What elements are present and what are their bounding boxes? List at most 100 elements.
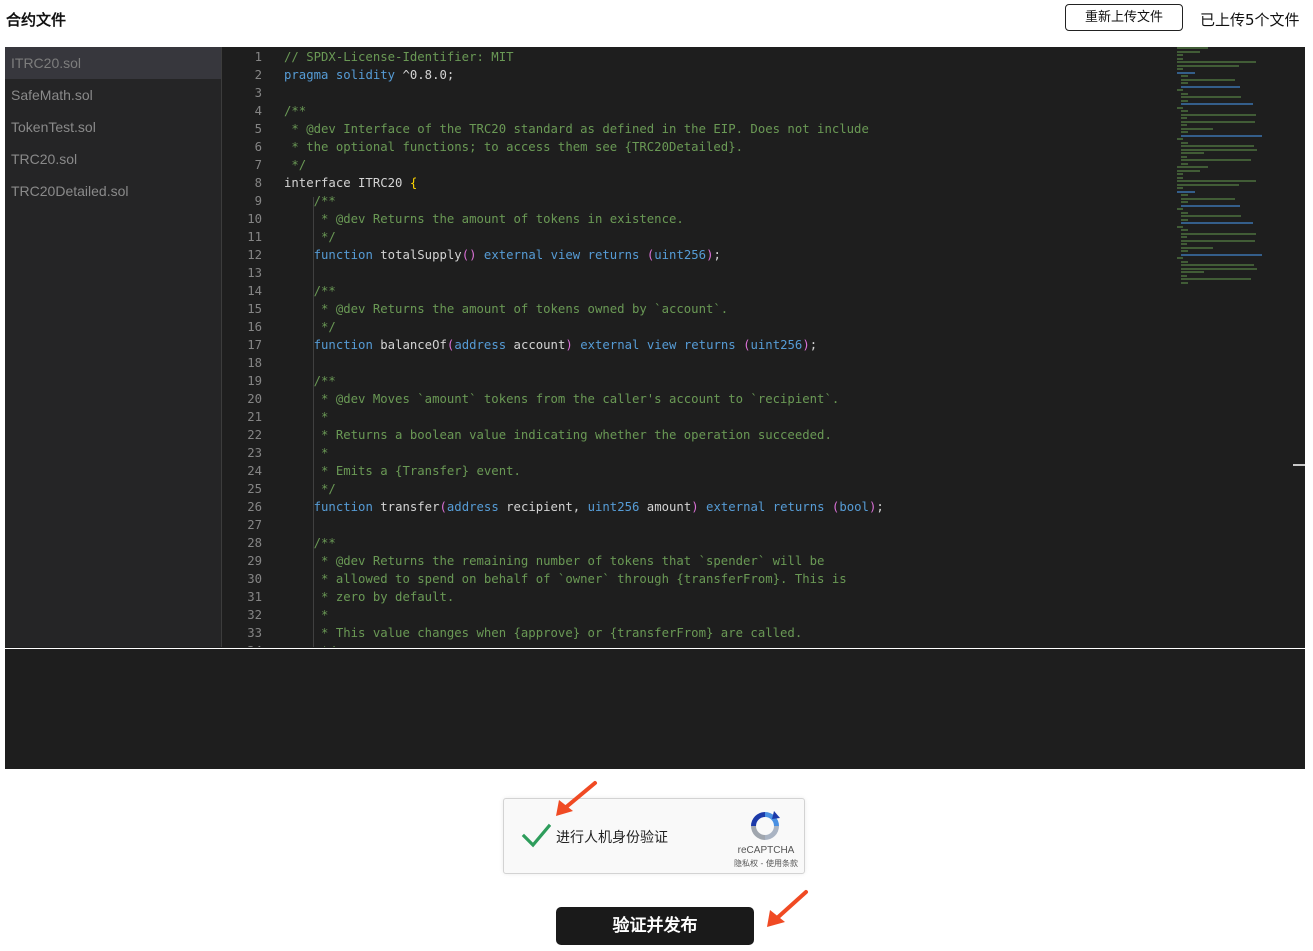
minimap-line	[1177, 187, 1183, 189]
line-number: 17	[247, 338, 262, 352]
minimap-line	[1181, 236, 1187, 238]
minimap-line	[1181, 85, 1240, 88]
line-number: 30	[247, 572, 262, 586]
minimap-line	[1181, 243, 1187, 245]
scrollbar-marker[interactable]	[1293, 464, 1305, 466]
minimap-line	[1177, 190, 1195, 193]
recaptcha-logo-icon	[751, 811, 780, 840]
recaptcha-terms-link[interactable]: 隐私权 - 使用条款	[724, 858, 808, 869]
minimap-line	[1177, 106, 1183, 109]
minimap-line	[1177, 173, 1183, 175]
section-title: 合约文件	[6, 11, 67, 29]
line-number: 32	[247, 608, 262, 622]
line-number: 34	[222, 642, 262, 647]
file-list: ITRC20.sol SafeMath.sol TokenTest.sol TR…	[5, 47, 222, 647]
line-number: 5	[254, 122, 262, 136]
line-number: 22	[247, 428, 262, 442]
reupload-button[interactable]: 重新上传文件	[1065, 4, 1183, 31]
line-number: 6	[254, 140, 262, 154]
file-item-tokentest[interactable]: TokenTest.sol	[5, 111, 221, 143]
line-number: 14	[247, 284, 262, 298]
minimap-line	[1181, 264, 1254, 266]
file-item-trc20detailed[interactable]: TRC20Detailed.sol	[5, 175, 221, 207]
line-text: // SPDX-License-Identifier: MIT	[284, 50, 514, 64]
minimap-line	[1181, 92, 1188, 95]
file-item-safemath[interactable]: SafeMath.sol	[5, 79, 221, 111]
line-number: 1	[254, 50, 262, 64]
minimap-line	[1181, 253, 1262, 256]
minimap-line	[1177, 169, 1200, 172]
checkmark-icon[interactable]	[521, 821, 551, 851]
upload-status: 已上传5个文件	[1200, 11, 1300, 29]
minimap-line	[1181, 271, 1204, 273]
line-number: 13	[247, 266, 262, 280]
line-text: * @dev Returns the amount of tokens owne…	[284, 302, 729, 316]
minimap-line	[1181, 152, 1204, 154]
minimap-line	[1177, 61, 1256, 63]
line-number: 3	[254, 86, 262, 100]
line-number: 12	[247, 248, 262, 262]
line-text: function totalSupply() external view ret…	[313, 248, 721, 262]
minimap-line	[1177, 57, 1183, 60]
minimap-line	[1177, 71, 1195, 74]
verify-publish-button[interactable]: 验证并发布	[556, 907, 754, 945]
line-number: 33	[247, 626, 262, 640]
minimap-line	[1181, 260, 1188, 263]
line-number: 28	[247, 536, 262, 550]
minimap-line	[1177, 138, 1183, 140]
line-number: 2	[254, 68, 262, 82]
minimap[interactable]	[1177, 47, 1263, 284]
line-text: */	[284, 642, 336, 647]
minimap-line	[1181, 75, 1188, 77]
minimap-line	[1181, 141, 1188, 144]
file-item-itrc20[interactable]: ITRC20.sol	[5, 47, 221, 79]
minimap-line	[1181, 222, 1253, 224]
line-text: *	[284, 608, 329, 622]
line-number: 4	[254, 104, 262, 118]
minimap-line	[1181, 201, 1188, 203]
header: 合约文件 重新上传文件 已上传5个文件	[0, 0, 1313, 40]
annotation-arrow-icon	[556, 781, 597, 816]
minimap-line	[1181, 96, 1241, 98]
minimap-line	[1177, 68, 1183, 70]
line-text: * Returns a boolean value indicating whe…	[284, 428, 832, 442]
minimap-line	[1181, 229, 1188, 231]
minimap-line	[1181, 131, 1188, 133]
recaptcha-brand: reCAPTCHA	[737, 845, 795, 856]
line-text: * This value changes when {approve} or {…	[284, 626, 803, 640]
recaptcha-widget[interactable]: 进行人机身份验证 reCAPTCHA 隐私权 - 使用条款	[503, 798, 805, 874]
line-number: 31	[247, 590, 262, 604]
minimap-line	[1177, 183, 1239, 186]
line-text: * @dev Returns the remaining number of t…	[284, 554, 825, 568]
minimap-line	[1177, 50, 1200, 53]
minimap-line	[1181, 267, 1257, 270]
minimap-line	[1181, 246, 1213, 249]
line-text: */	[284, 158, 307, 172]
line-text: interface ITRC20 {	[284, 176, 418, 190]
line-number: 25	[247, 482, 262, 496]
recaptcha-label: 进行人机身份验证	[556, 830, 668, 846]
line-text: /**	[284, 194, 336, 208]
line-number: 8	[254, 176, 262, 190]
minimap-line	[1181, 145, 1254, 147]
line-number: 23	[247, 446, 262, 460]
minimap-line	[1181, 250, 1188, 252]
code-pane[interactable]: 1 // SPDX-License-Identifier: MIT 2 pragma …	[222, 47, 1306, 647]
minimap-line	[1181, 155, 1187, 158]
line-number: 15	[247, 302, 262, 316]
line-number: 20	[247, 392, 262, 406]
line-text: */	[284, 320, 336, 334]
minimap-line	[1181, 78, 1235, 81]
line-number: 9	[254, 194, 262, 208]
file-item-trc20[interactable]: TRC20.sol	[5, 143, 221, 175]
line-number: 27	[247, 518, 262, 532]
minimap-line	[1181, 148, 1257, 151]
line-text: * zero by default.	[284, 590, 455, 604]
minimap-line	[1181, 274, 1187, 277]
line-text: /**	[284, 536, 336, 550]
minimap-line	[1181, 239, 1255, 242]
minimap-line	[1181, 127, 1213, 130]
line-number: 29	[247, 554, 262, 568]
line-number: 10	[247, 212, 262, 226]
line-number: 7	[254, 158, 262, 172]
